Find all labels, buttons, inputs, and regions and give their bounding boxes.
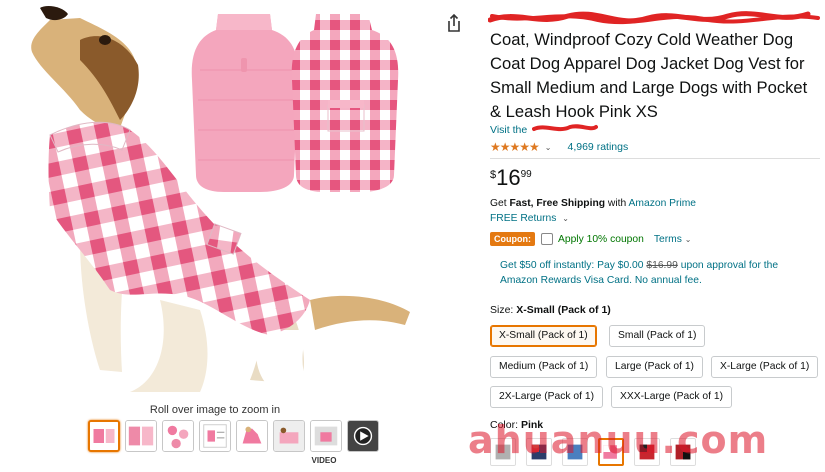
chevron-down-icon: ⌄	[684, 234, 692, 244]
zoom-hint: Roll over image to zoom in	[149, 404, 281, 416]
thumbnail-2[interactable]	[125, 420, 157, 452]
credit-card-offer[interactable]: Get $50 off instantly: Pay $0.00 $16.99 …	[500, 258, 810, 288]
thumbnail-3[interactable]	[162, 420, 194, 452]
free-returns-text: FREE Returns	[490, 213, 557, 224]
watermark: ahuanuu.com	[468, 418, 769, 462]
offer-text-a: Get $50 off instantly: Pay $0.00	[500, 260, 644, 271]
size-label-text: Size:	[490, 304, 514, 316]
shipping-line: Get Fast, Free Shipping with Amazon Prim…	[490, 198, 696, 209]
product-title: Coat, Windproof Cozy Cold Weather Dog Co…	[488, 4, 820, 124]
visit-store-text: Visit the	[490, 124, 528, 136]
thumbnail-strip	[88, 420, 379, 452]
shipping-fast-free: Fast, Free Shipping	[509, 198, 606, 209]
star-rating[interactable]: ★★★★★	[490, 140, 540, 154]
coupon-checkbox[interactable]	[540, 233, 553, 245]
size-option-small[interactable]: Small (Pack of 1)	[609, 325, 706, 347]
redaction-scribble	[532, 124, 598, 132]
main-product-image[interactable]	[10, 0, 440, 400]
coupon-terms-text: Terms	[653, 233, 682, 245]
visit-store-link[interactable]: Visit the	[490, 124, 598, 136]
amazon-prime-link[interactable]: Amazon Prime	[629, 198, 697, 209]
chevron-down-icon[interactable]: ⌄	[545, 143, 552, 152]
price-whole: 16	[496, 165, 521, 190]
size-option-xsmall[interactable]: X-Small (Pack of 1)	[490, 325, 597, 347]
shipping-with: with	[607, 198, 627, 209]
free-returns-link[interactable]: FREE Returns ⌄	[490, 213, 569, 224]
thumbnail-1[interactable]	[88, 420, 120, 452]
rating-row: ★★★★★ ⌄ 4,969 ratings	[490, 140, 628, 154]
ratings-count-link[interactable]: 4,969 ratings	[568, 141, 629, 153]
price-fraction: 99	[520, 169, 532, 180]
redaction-scribble	[488, 11, 820, 25]
share-icon[interactable]	[444, 12, 464, 34]
size-label: Size: X-Small (Pack of 1)	[490, 304, 611, 316]
thumbnail-5[interactable]	[236, 420, 268, 452]
product-title-text: Coat, Windproof Cozy Cold Weather Dog Co…	[490, 30, 808, 121]
size-option-large[interactable]: Large (Pack of 1)	[606, 356, 703, 378]
chevron-down-icon: ⌄	[562, 214, 569, 223]
size-option-2xlarge[interactable]: 2X-Large (Pack of 1)	[490, 386, 604, 408]
size-selected-value: X-Small (Pack of 1)	[516, 304, 611, 316]
price: $ 16 99	[490, 166, 532, 190]
size-option-medium[interactable]: Medium (Pack of 1)	[490, 356, 598, 378]
size-option-xlarge[interactable]: X-Large (Pack of 1)	[711, 356, 819, 378]
coupon-terms-link[interactable]: Terms ⌄	[654, 234, 692, 245]
thumbnail-6[interactable]	[273, 420, 305, 452]
shipping-get: Get	[490, 198, 507, 209]
thumbnail-7[interactable]	[310, 420, 342, 452]
video-label: VIDEO	[311, 456, 337, 465]
divider	[490, 158, 820, 159]
thumbnail-4[interactable]	[199, 420, 231, 452]
apply-coupon-label[interactable]: Apply 10% coupon	[558, 234, 644, 245]
coupon-row: Coupon: Apply 10% coupon Terms ⌄	[490, 232, 691, 246]
offer-strike-price: $16.99	[646, 260, 678, 271]
coupon-badge: Coupon:	[490, 232, 535, 246]
size-option-3xlarge[interactable]: XXX-Large (Pack of 1)	[611, 386, 733, 408]
thumbnail-video[interactable]	[347, 420, 379, 452]
